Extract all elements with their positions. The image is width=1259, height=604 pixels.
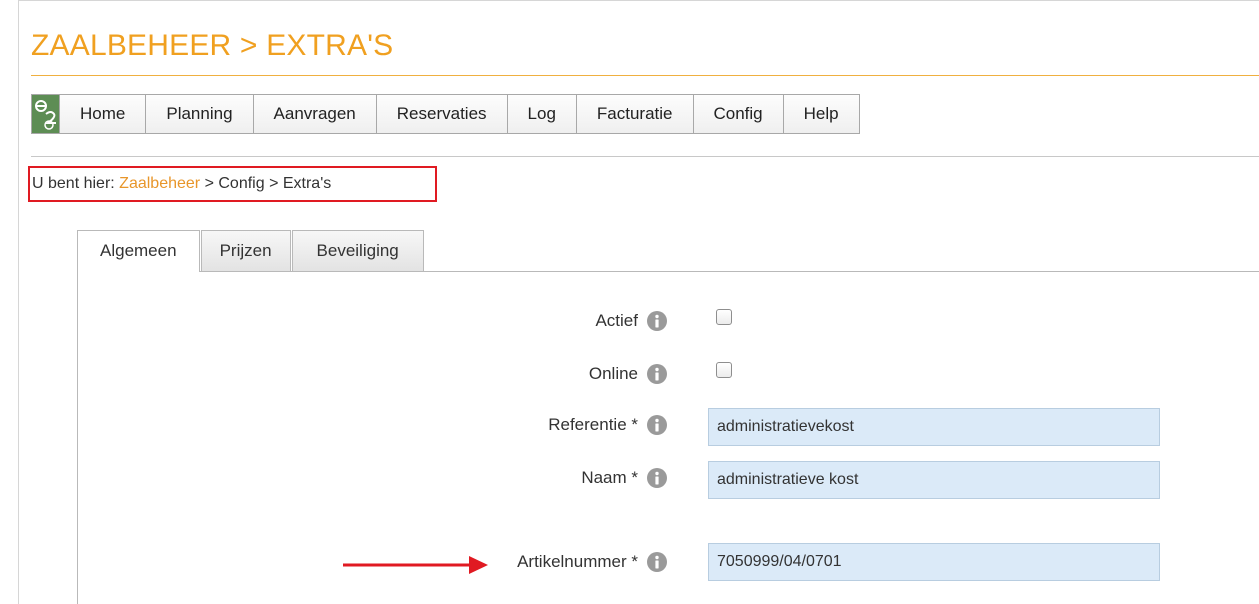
- nav-planning[interactable]: Planning: [146, 95, 254, 133]
- tab-beveiliging[interactable]: Beveiliging: [291, 230, 424, 271]
- online-label-text: Online: [588, 364, 638, 383]
- actief-label-text: Actief: [595, 311, 638, 330]
- online-checkbox[interactable]: [716, 362, 732, 378]
- info-icon[interactable]: [647, 364, 667, 384]
- breadcrumb: U bent hier: Zaalbeheer > Config > Extra…: [28, 166, 437, 202]
- artikelnummer-input[interactable]: [708, 543, 1160, 581]
- nav-divider: [31, 156, 1259, 157]
- e2e-logo-icon[interactable]: [32, 95, 60, 133]
- tab-bar: Algemeen Prijzen Beveiliging: [77, 230, 425, 272]
- main-navbar: Home Planning Aanvragen Reservaties Log …: [31, 94, 860, 134]
- info-icon[interactable]: [647, 468, 667, 488]
- page-title: ZAALBEHEER > EXTRA'S: [31, 29, 394, 62]
- nav-log[interactable]: Log: [508, 95, 577, 133]
- nav-home[interactable]: Home: [60, 95, 147, 133]
- nav-help[interactable]: Help: [784, 95, 859, 133]
- field-actief-label: Actief: [595, 311, 667, 331]
- nav-reservaties[interactable]: Reservaties: [377, 95, 508, 133]
- title-divider: [31, 75, 1259, 76]
- breadcrumb-prefix: U bent hier:: [32, 175, 115, 192]
- field-referentie-label: Referentie *: [548, 415, 667, 435]
- breadcrumb-rest: > Config > Extra's: [204, 175, 332, 192]
- nav-config[interactable]: Config: [694, 95, 784, 133]
- red-arrow-icon: [343, 556, 488, 574]
- nav-aanvragen[interactable]: Aanvragen: [254, 95, 377, 133]
- field-online-label: Online: [589, 364, 667, 384]
- referentie-input[interactable]: [708, 408, 1160, 446]
- info-icon[interactable]: [647, 311, 667, 331]
- field-naam-label: Naam *: [581, 468, 667, 488]
- artikelnummer-label-text: Artikelnummer *: [517, 552, 638, 571]
- referentie-label-text: Referentie *: [548, 415, 638, 434]
- tab-prijzen[interactable]: Prijzen: [200, 230, 291, 271]
- breadcrumb-link-zaalbeheer[interactable]: Zaalbeheer: [119, 175, 200, 192]
- field-artikelnummer-label: Artikelnummer *: [517, 552, 667, 572]
- info-icon[interactable]: [647, 415, 667, 435]
- naam-label-text: Naam *: [581, 468, 638, 487]
- info-icon[interactable]: [647, 552, 667, 572]
- nav-facturatie[interactable]: Facturatie: [577, 95, 694, 133]
- actief-checkbox[interactable]: [716, 309, 732, 325]
- tab-algemeen[interactable]: Algemeen: [77, 230, 200, 272]
- naam-input[interactable]: [708, 461, 1160, 499]
